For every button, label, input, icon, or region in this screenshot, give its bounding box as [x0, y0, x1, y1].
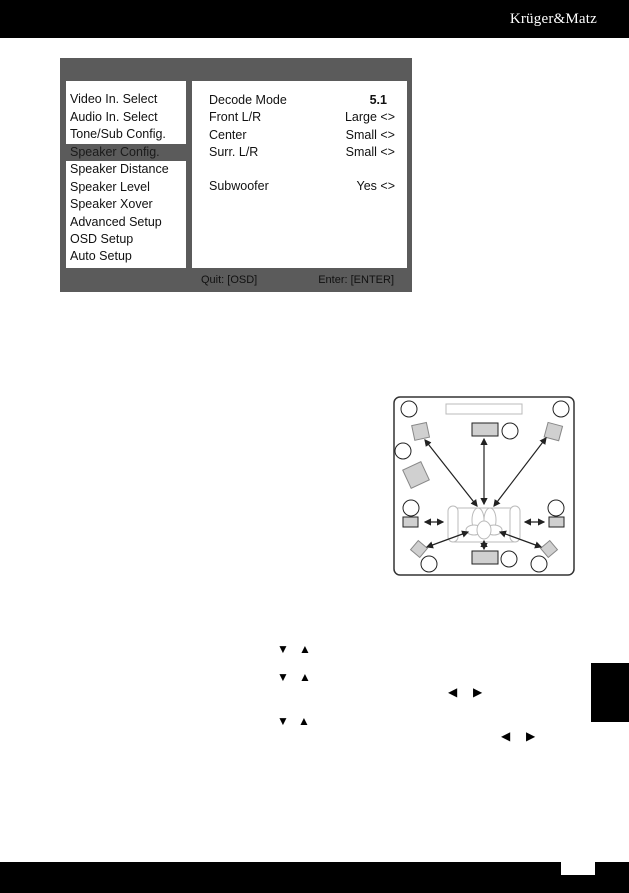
option-label-center: Center [209, 128, 247, 142]
osd-options: Decode Mode 5.1 Front L/R Large <> Cente… [192, 81, 407, 268]
left-arrow-icon: ◀ [501, 729, 511, 743]
option-value-decode-mode[interactable]: 5.1 [370, 92, 387, 109]
label-circle [530, 555, 548, 573]
label-circle [547, 499, 565, 517]
down-arrow-icon: ▼ [277, 714, 289, 728]
right-arrow-icon: ▶ [473, 685, 483, 699]
osd-screen: Video In. Select Audio In. Select Tone/S… [60, 58, 412, 292]
front-right-speaker [543, 421, 564, 442]
menu-item-audio-in-select[interactable]: Audio In. Select [66, 109, 186, 126]
speaker-layout-diagram [393, 396, 575, 576]
surround-right-speaker [548, 516, 565, 528]
down-arrow-icon: ▼ [277, 670, 289, 684]
up-arrow-icon: ▲ [298, 714, 310, 728]
page-number-box [561, 862, 595, 875]
menu-item-osd-setup[interactable]: OSD Setup [66, 231, 186, 248]
section-tab [591, 663, 629, 722]
up-arrow-icon: ▲ [299, 670, 311, 684]
footer-bar [0, 862, 629, 893]
menu-item-advanced-setup[interactable]: Advanced Setup [66, 214, 186, 231]
right-arrow-icon: ▶ [526, 729, 536, 743]
label-circle [500, 550, 518, 568]
option-value-surr-lr[interactable]: Small <> [346, 144, 395, 161]
label-circle [394, 442, 412, 460]
option-value-subwoofer[interactable]: Yes <> [357, 178, 395, 195]
center-speaker [471, 422, 499, 437]
osd-menu: Video In. Select Audio In. Select Tone/S… [66, 81, 186, 268]
menu-item-speaker-config[interactable]: Speaker Config. [66, 144, 186, 161]
down-arrow-icon: ▼ [277, 642, 289, 656]
left-arrow-icon: ◀ [448, 685, 458, 699]
osd-enter-hint: Enter: [ENTER] [318, 274, 394, 286]
subwoofer-rear [471, 550, 499, 565]
option-value-center[interactable]: Small <> [346, 127, 395, 144]
brand-logo: Krüger&Matz [509, 11, 597, 27]
option-label-decode-mode: Decode Mode [209, 93, 287, 107]
label-circle [402, 499, 420, 517]
screen-outline [445, 403, 523, 415]
label-circle [420, 555, 438, 573]
listener-sofa [447, 505, 521, 543]
label-circle [400, 400, 418, 418]
up-arrow-icon: ▲ [299, 642, 311, 656]
menu-item-tone-sub-config[interactable]: Tone/Sub Config. [66, 126, 186, 143]
front-left-speaker [411, 421, 431, 441]
menu-item-speaker-level[interactable]: Speaker Level [66, 179, 186, 196]
option-label-subwoofer: Subwoofer [209, 179, 269, 193]
label-circle [501, 422, 519, 440]
option-value-front-lr[interactable]: Large <> [345, 109, 395, 126]
option-label-surr-lr: Surr. L/R [209, 145, 259, 159]
menu-item-speaker-xover[interactable]: Speaker Xover [66, 196, 186, 213]
menu-item-auto-setup[interactable]: Auto Setup [66, 248, 186, 265]
osd-quit-hint: Quit: [OSD] [201, 274, 258, 286]
label-circle [552, 400, 570, 418]
menu-item-speaker-distance[interactable]: Speaker Distance [66, 161, 186, 178]
option-label-front-lr: Front L/R [209, 110, 262, 124]
surround-left-speaker [402, 516, 419, 528]
menu-item-video-in-select[interactable]: Video In. Select [66, 91, 186, 108]
header-bar: Krüger&Matz [0, 0, 629, 38]
